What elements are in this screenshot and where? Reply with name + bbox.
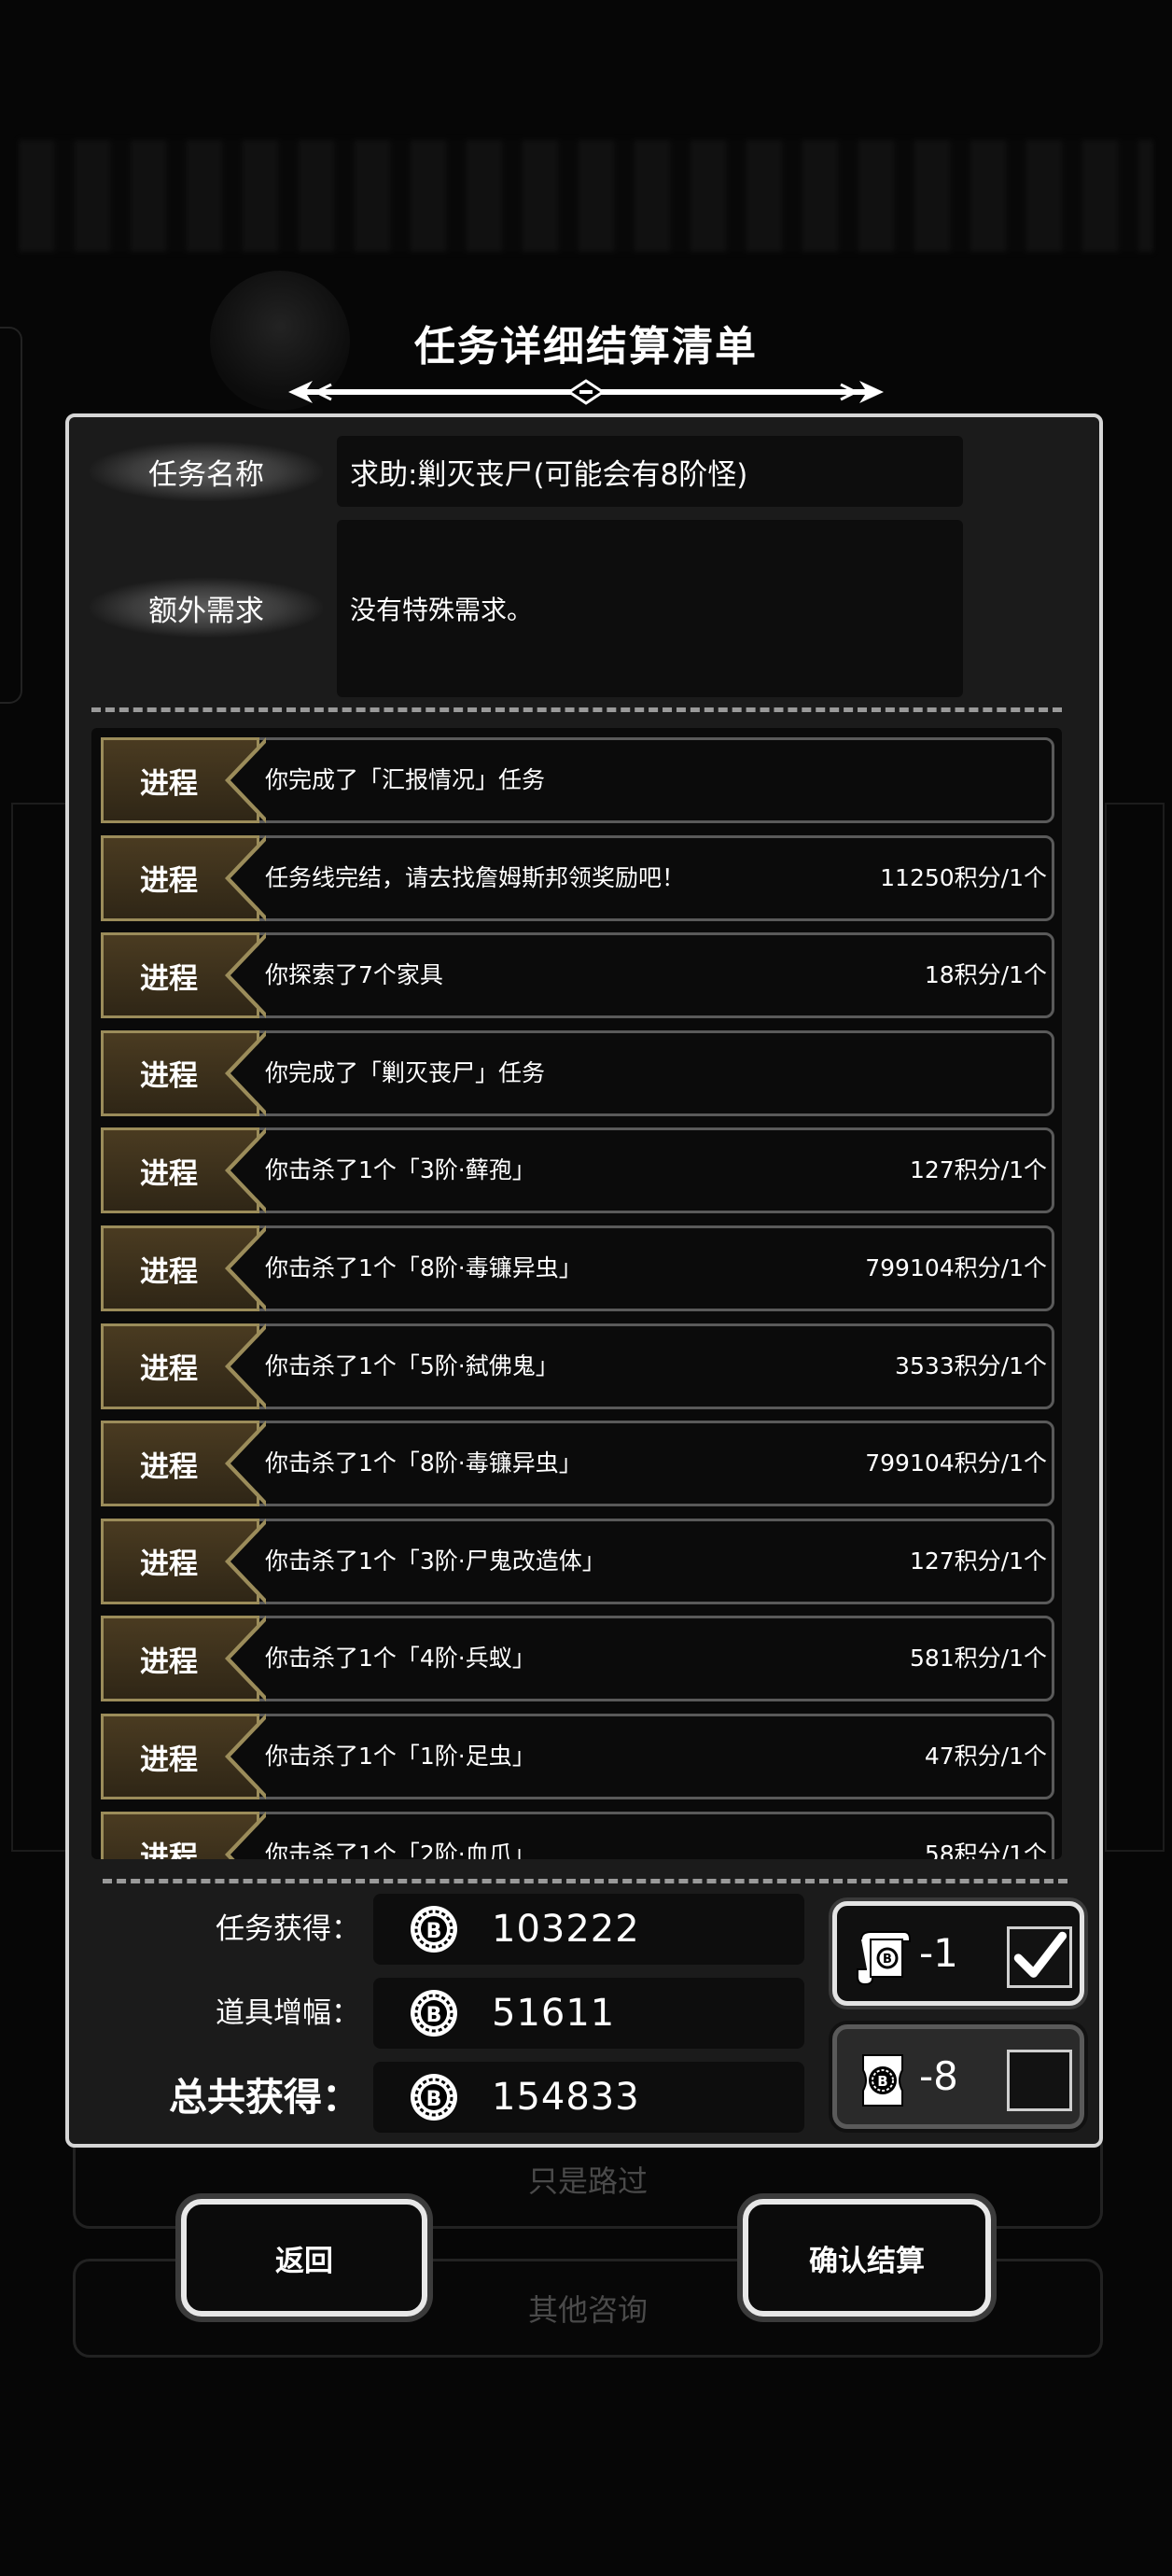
checkmark-icon bbox=[1013, 1931, 1067, 1978]
background-left-frame bbox=[11, 803, 71, 1852]
progress-points: 58积分/1个 bbox=[924, 1840, 1047, 1859]
item-bonus-label: 道具增幅： bbox=[216, 1996, 360, 2030]
tag-arrow-icon bbox=[225, 737, 266, 823]
divider-bottom bbox=[103, 1879, 1067, 1883]
item-bonus-value: 51611 bbox=[492, 1992, 616, 2035]
progress-text: 你击杀了1个「8阶·毒镰异虫」 bbox=[265, 1254, 582, 1281]
scroll-icon: B bbox=[857, 1931, 911, 1986]
total-reward-label: 总共获得： bbox=[169, 2075, 360, 2120]
task-name-value: 求助:剿灭丧尸(可能会有8阶怪) bbox=[337, 436, 963, 507]
background-side-panel bbox=[0, 327, 22, 704]
item-bonus-box: B 51611 bbox=[373, 1978, 804, 2049]
progress-points: 18积分/1个 bbox=[924, 961, 1047, 989]
svg-text:B: B bbox=[426, 2088, 442, 2111]
progress-row: 进程 你完成了「汇报情况」任务 bbox=[101, 737, 1054, 823]
progress-points: 127积分/1个 bbox=[909, 1156, 1047, 1184]
progress-row: 进程 你击杀了1个「8阶·毒镰异虫」 799104积分/1个 bbox=[101, 1225, 1054, 1311]
svg-text:B: B bbox=[883, 1953, 892, 1967]
progress-text: 你击杀了1个「3阶·尸鬼改造体」 bbox=[265, 1547, 606, 1575]
progress-text: 你击杀了1个「5阶·弑佛鬼」 bbox=[265, 1351, 559, 1379]
progress-row: 进程 你击杀了1个「3阶·藓孢」 127积分/1个 bbox=[101, 1127, 1054, 1214]
svg-text:B: B bbox=[426, 1920, 442, 1943]
coin-coupon-icon: B bbox=[862, 2054, 903, 2107]
scroll-bonus-checkbox[interactable] bbox=[1007, 1926, 1072, 1988]
progress-points: 799104积分/1个 bbox=[865, 1449, 1047, 1477]
progress-text: 任务线完结，请去找詹姆斯邦领奖励吧！ bbox=[265, 863, 686, 891]
progress-text: 你击杀了1个「2阶·血爪」 bbox=[265, 1840, 536, 1859]
tag-arrow-icon bbox=[225, 834, 266, 921]
tag-arrow-icon bbox=[225, 1029, 266, 1116]
tag-arrow-icon bbox=[225, 1323, 266, 1409]
svg-text:B: B bbox=[877, 2073, 887, 2090]
progress-text: 你完成了「汇报情况」任务 bbox=[265, 766, 546, 793]
progress-row: 进程 你完成了「剿灭丧尸」任务 bbox=[101, 1029, 1054, 1116]
progress-row: 进程 你击杀了1个「5阶·弑佛鬼」 3533积分/1个 bbox=[101, 1323, 1054, 1409]
progress-points: 3533积分/1个 bbox=[895, 1351, 1047, 1379]
tag-arrow-icon bbox=[225, 1518, 266, 1604]
extra-requirement-value: 没有特殊需求。 bbox=[337, 520, 963, 697]
coupon-bonus-checkbox[interactable] bbox=[1007, 2050, 1072, 2111]
tag-arrow-icon bbox=[225, 1714, 266, 1799]
task-name-label: 任务名称 bbox=[90, 441, 323, 501]
progress-row: 进程 任务线完结，请去找詹姆斯邦领奖励吧！ 11250积分/1个 bbox=[101, 834, 1054, 921]
dialog-title: 任务详细结算清单 bbox=[414, 323, 758, 371]
progress-row: 进程 你击杀了1个「8阶·毒镰异虫」 799104积分/1个 bbox=[101, 1421, 1054, 1507]
progress-text: 你击杀了1个「3阶·藓孢」 bbox=[265, 1156, 536, 1184]
back-button[interactable]: 返回 bbox=[181, 2199, 427, 2317]
total-reward-value: 154833 bbox=[492, 2076, 640, 2119]
scroll-bonus-cost: -1 bbox=[919, 1930, 958, 1976]
settlement-panel: 任务名称 求助:剿灭丧尸(可能会有8阶怪) 额外需求 没有特殊需求。 进程 你完成… bbox=[65, 413, 1103, 2148]
coupon-bonus-cost: -8 bbox=[919, 2053, 958, 2099]
tag-arrow-icon bbox=[225, 1127, 266, 1214]
tag-arrow-icon bbox=[225, 932, 266, 1019]
progress-text: 你击杀了1个「4阶·兵蚁」 bbox=[265, 1645, 536, 1673]
divider-top bbox=[91, 707, 1062, 712]
background-blurred-dialogue bbox=[19, 140, 1153, 252]
coupon-bonus-option[interactable]: B -8 bbox=[832, 2024, 1084, 2129]
tag-arrow-icon bbox=[225, 1421, 266, 1507]
task-reward-value: 103222 bbox=[492, 1908, 640, 1951]
progress-points: 47积分/1个 bbox=[924, 1743, 1047, 1770]
progress-row: 进程 你击杀了1个「4阶·兵蚁」 581积分/1个 bbox=[101, 1616, 1054, 1702]
progress-text: 你击杀了1个「1阶·足虫」 bbox=[265, 1743, 536, 1770]
svg-text:B: B bbox=[426, 2004, 442, 2027]
progress-points: 799104积分/1个 bbox=[865, 1254, 1047, 1281]
progress-row: 进程 你探索了7个家具 18积分/1个 bbox=[101, 932, 1054, 1019]
tag-arrow-icon bbox=[225, 1811, 266, 1859]
progress-text: 你击杀了1个「8阶·毒镰异虫」 bbox=[265, 1449, 582, 1477]
progress-row: 进程 你击杀了1个「1阶·足虫」 47积分/1个 bbox=[101, 1714, 1054, 1799]
background-right-frame bbox=[1105, 803, 1165, 1852]
progress-points: 127积分/1个 bbox=[909, 1547, 1047, 1575]
coin-icon: B bbox=[411, 2074, 457, 2121]
task-reward-label: 任务获得： bbox=[216, 1912, 360, 1946]
extra-requirement-label: 额外需求 bbox=[90, 578, 323, 637]
progress-points: 11250积分/1个 bbox=[880, 863, 1047, 891]
progress-text: 你完成了「剿灭丧尸」任务 bbox=[265, 1058, 546, 1086]
total-reward-box: B 154833 bbox=[373, 2062, 804, 2133]
title-ornament bbox=[288, 379, 884, 405]
progress-text: 你探索了7个家具 bbox=[265, 961, 443, 989]
progress-row: 进程 你击杀了1个「2阶·血爪」 58积分/1个 bbox=[101, 1811, 1054, 1859]
confirm-settlement-button[interactable]: 确认结算 bbox=[743, 2199, 991, 2317]
tag-arrow-icon bbox=[225, 1225, 266, 1311]
coin-icon: B bbox=[411, 1906, 457, 1953]
coin-icon: B bbox=[411, 1990, 457, 2037]
progress-row: 进程 你击杀了1个「3阶·尸鬼改造体」 127积分/1个 bbox=[101, 1518, 1054, 1604]
task-reward-box: B 103222 bbox=[373, 1894, 804, 1965]
tag-arrow-icon bbox=[225, 1616, 266, 1702]
progress-points: 581积分/1个 bbox=[909, 1645, 1047, 1673]
scroll-bonus-option[interactable]: B -1 bbox=[832, 1901, 1084, 2006]
progress-list[interactable]: 进程 你完成了「汇报情况」任务 进程 任务线完结，请去找詹姆斯邦领奖励吧！ 11250积… bbox=[91, 728, 1062, 1859]
